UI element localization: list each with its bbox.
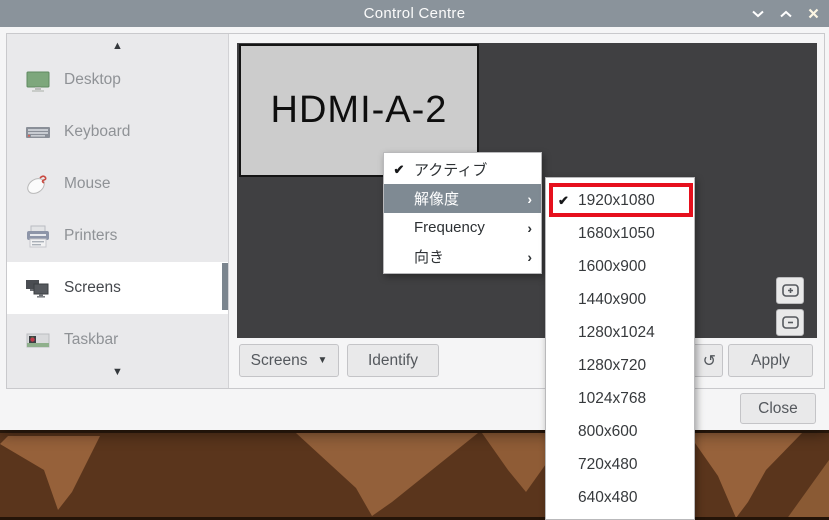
check-icon: ✔ — [393, 161, 405, 177]
resolution-option-1280x720[interactable]: 1280x720 — [546, 349, 694, 382]
undo-icon: ↺ — [702, 352, 716, 370]
zoom-in-button[interactable] — [776, 277, 804, 304]
zoom-out-icon — [781, 316, 799, 329]
check-icon: ✔ — [558, 192, 569, 208]
sidebar-item-keyboard[interactable]: Keyboard — [7, 106, 228, 158]
scroll-up-icon: ▲ — [112, 40, 123, 52]
taskbar-icon — [24, 326, 52, 354]
menu-item-active[interactable]: ✔ アクティブ — [384, 155, 541, 184]
scroll-down-icon: ▼ — [112, 366, 123, 378]
sidebar-item-screens[interactable]: Screens — [7, 262, 228, 314]
mouse-icon — [24, 170, 52, 198]
maximize-icon[interactable] — [780, 10, 792, 18]
resolution-submenu: ✔ 1920x1080 1680x1050 1600x900 1440x900 … — [545, 177, 695, 520]
resolution-option-1680x1050[interactable]: 1680x1050 — [546, 217, 694, 250]
sidebar-item-desktop[interactable]: Desktop — [7, 54, 228, 106]
submenu-arrow-icon: › — [527, 219, 532, 236]
chevron-down-icon: ▼ — [317, 355, 328, 366]
apply-button[interactable]: Apply — [728, 344, 813, 377]
submenu-arrow-icon: › — [527, 248, 532, 265]
close-icon[interactable] — [808, 8, 819, 19]
zoom-in-icon — [781, 284, 799, 297]
resolution-option-1920x1080[interactable]: ✔ 1920x1080 — [546, 184, 694, 217]
monitor-context-menu: ✔ アクティブ 解像度 › Frequency › 向き › — [383, 152, 542, 274]
resolution-option-720x480[interactable]: 720x480 — [546, 448, 694, 481]
window-title: Control Centre — [363, 5, 466, 22]
resolution-option-1440x900[interactable]: 1440x900 — [546, 283, 694, 316]
sidebar-item-label: Taskbar — [64, 331, 119, 348]
desktop-wallpaper — [0, 430, 829, 520]
sidebar-item-label: Printers — [64, 227, 118, 244]
keyboard-icon — [24, 118, 52, 146]
sidebar-item-printers[interactable]: Printers — [7, 210, 228, 262]
close-label: Close — [758, 399, 798, 417]
screens-icon — [24, 274, 52, 302]
menu-item-frequency[interactable]: Frequency › — [384, 213, 541, 242]
desktop: Control Centre ▲ Desktop Keyboard Mouse … — [0, 0, 829, 520]
sidebar-scrollbar-thumb[interactable] — [222, 263, 228, 310]
sidebar-scroll-up[interactable]: ▲ — [7, 36, 228, 56]
printers-icon — [24, 222, 52, 250]
sidebar-item-label: Desktop — [64, 71, 121, 88]
menu-item-orientation[interactable]: 向き › — [384, 242, 541, 271]
desktop-icon — [24, 66, 52, 94]
sidebar-item-label: Screens — [64, 279, 121, 296]
submenu-arrow-icon: › — [527, 190, 532, 207]
resolution-option-640x480[interactable]: 640x480 — [546, 481, 694, 514]
titlebar[interactable]: Control Centre — [0, 0, 829, 27]
identify-button[interactable]: Identify — [347, 344, 439, 377]
sidebar-scroll-down[interactable]: ▼ — [7, 362, 228, 382]
close-button[interactable]: Close — [740, 393, 816, 424]
sidebar-item-label: Mouse — [64, 175, 111, 192]
screens-dropdown-button[interactable]: Screens ▼ — [239, 344, 339, 377]
identify-label: Identify — [368, 351, 418, 369]
minimize-icon[interactable] — [752, 10, 764, 18]
resolution-option-1024x768[interactable]: 1024x768 — [546, 382, 694, 415]
sidebar-item-label: Keyboard — [64, 123, 131, 140]
menu-item-resolution[interactable]: 解像度 › — [384, 184, 541, 213]
monitor-label: HDMI-A-2 — [270, 89, 448, 131]
sidebar: ▲ Desktop Keyboard Mouse Printers Screen… — [7, 34, 229, 388]
resolution-option-800x600[interactable]: 800x600 — [546, 415, 694, 448]
sidebar-item-taskbar[interactable]: Taskbar — [7, 314, 228, 366]
resolution-option-1600x900[interactable]: 1600x900 — [546, 250, 694, 283]
zoom-out-button[interactable] — [776, 309, 804, 336]
screens-dropdown-label: Screens — [250, 351, 308, 369]
resolution-option-1280x1024[interactable]: 1280x1024 — [546, 316, 694, 349]
apply-label: Apply — [751, 351, 790, 369]
sidebar-item-mouse[interactable]: Mouse — [7, 158, 228, 210]
